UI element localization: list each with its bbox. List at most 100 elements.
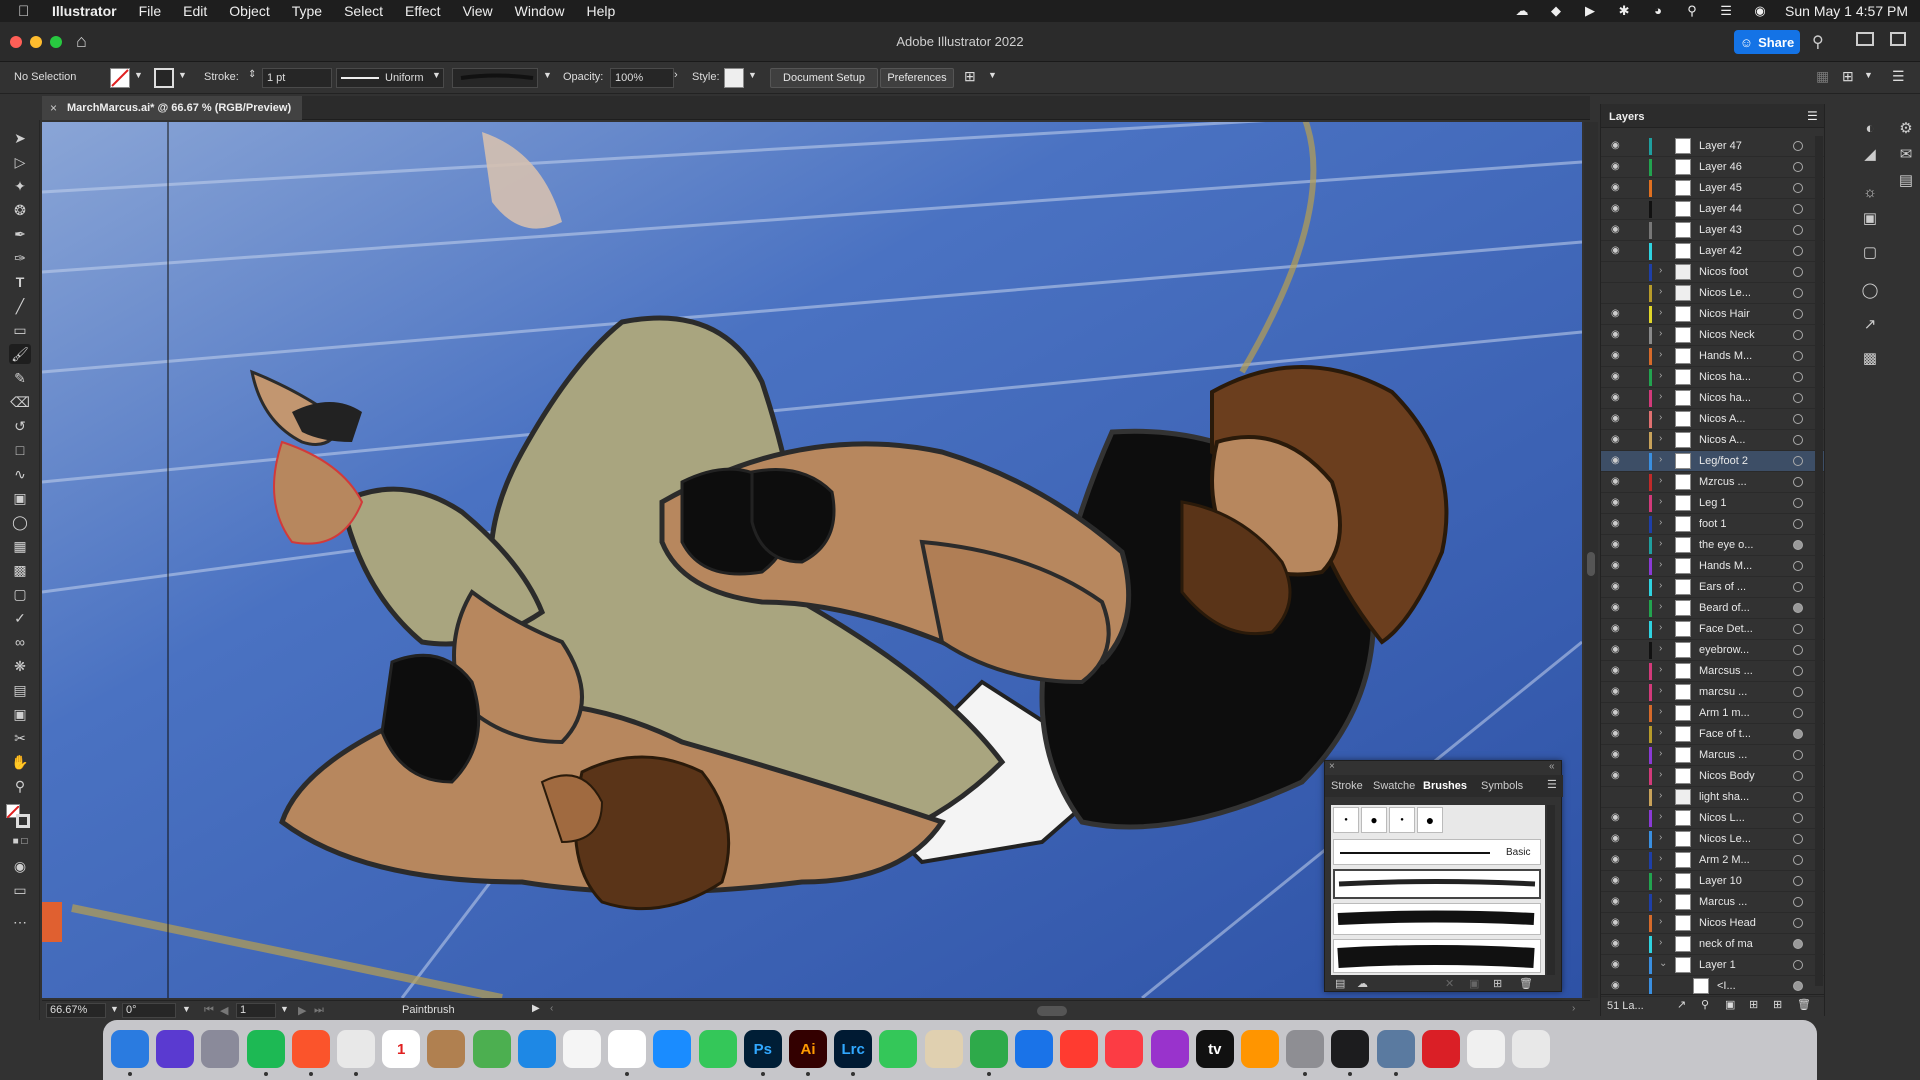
expand-layer-chevron-icon[interactable]: › — [1659, 853, 1662, 864]
layer-target-circle-icon[interactable] — [1793, 918, 1803, 928]
free-transform-tool-icon[interactable]: ▣ — [9, 488, 31, 508]
layer-target-circle-icon[interactable] — [1793, 330, 1803, 340]
align-icon[interactable]: ▦ — [1816, 68, 1829, 85]
dock-app-numbers-icon[interactable] — [969, 1030, 1008, 1068]
expand-layer-chevron-icon[interactable]: › — [1659, 328, 1662, 339]
selection-tool-icon[interactable]: ➤ — [9, 128, 31, 148]
layer-row[interactable]: ◉ › Mzrcus ... — [1601, 472, 1825, 493]
menu-effect[interactable]: Effect — [405, 3, 441, 19]
vertical-scrollbar[interactable] — [1584, 122, 1598, 998]
layer-target-circle-icon[interactable] — [1793, 645, 1803, 655]
visibility-eye-icon[interactable]: ◉ — [1611, 854, 1625, 865]
menu-select[interactable]: Select — [344, 3, 383, 19]
siri-icon[interactable]: ◉ — [1751, 4, 1769, 18]
symbol-sprayer-tool-icon[interactable]: ❋ — [9, 656, 31, 676]
layer-row[interactable]: ◉ › Marcus ... — [1601, 745, 1825, 766]
layer-row[interactable]: ◉ › Leg/foot 2 — [1601, 451, 1825, 472]
dock-app-illustrator-icon[interactable]: Ai — [789, 1030, 827, 1068]
visibility-eye-icon[interactable]: ◉ — [1611, 707, 1625, 718]
width-tool-icon[interactable]: ∿ — [9, 464, 31, 484]
dropbox-icon[interactable]: ◆ — [1547, 4, 1565, 18]
layer-row[interactable]: ◉ Layer 45 — [1601, 178, 1825, 199]
brush-dot-small[interactable]: ● — [1361, 807, 1387, 833]
dock-app-creative-cloud-icon[interactable] — [1421, 1030, 1460, 1068]
brushes-panel-close-icon[interactable]: × — [1329, 761, 1335, 772]
visibility-eye-icon[interactable]: ◉ — [1611, 455, 1625, 466]
dock-app-books-icon[interactable] — [1241, 1030, 1279, 1068]
comments-icon[interactable]: ✉ — [1895, 144, 1917, 166]
column-graph-tool-icon[interactable]: ▤ — [9, 680, 31, 700]
layer-target-circle-icon[interactable] — [1793, 351, 1803, 361]
dock-app-safari-icon[interactable] — [517, 1030, 556, 1068]
dock-app-finder-icon[interactable] — [111, 1030, 149, 1068]
layer-target-circle-icon[interactable] — [1793, 582, 1803, 592]
dock-app-contacts-icon[interactable] — [427, 1030, 466, 1068]
dock-app-calendar-icon[interactable]: 1 — [382, 1030, 421, 1068]
visibility-eye-icon[interactable]: ◉ — [1611, 896, 1625, 907]
first-artboard-icon[interactable]: ⏮ — [204, 1004, 214, 1017]
layer-row[interactable]: ◉ › Nicos ha... — [1601, 388, 1825, 409]
draw-mode-icon[interactable]: ◉ — [9, 856, 31, 876]
gradient-tool-icon[interactable]: ▢ — [9, 584, 31, 604]
spotlight-search-icon[interactable]: ⚲ — [1683, 4, 1701, 18]
layer-row[interactable]: ◉ ⌄ Layer 1 — [1601, 955, 1825, 976]
brush-dot-mini[interactable]: ● — [1389, 807, 1415, 833]
edit-toolbar-icon[interactable]: ⋯ — [9, 912, 31, 932]
menu-help[interactable]: Help — [586, 3, 615, 19]
remove-brush-stroke-icon[interactable]: ✕ — [1445, 977, 1454, 990]
layer-target-circle-icon[interactable] — [1793, 855, 1803, 865]
arrange-dropdown-icon[interactable]: ▼ — [988, 70, 997, 80]
layer-target-circle-icon[interactable] — [1793, 456, 1803, 466]
layer-row[interactable]: ◉ › Nicos Hair — [1601, 304, 1825, 325]
direct-selection-tool-icon[interactable]: ▷ — [9, 152, 31, 172]
layer-target-circle-icon[interactable] — [1793, 666, 1803, 676]
layer-target-circle-icon[interactable] — [1793, 897, 1803, 907]
stroke-swatch[interactable] — [154, 68, 174, 88]
layer-row[interactable]: ◉ › the eye o... — [1601, 535, 1825, 556]
expand-layer-chevron-icon[interactable]: › — [1659, 475, 1662, 486]
layer-row[interactable]: ◉ › Leg 1 — [1601, 493, 1825, 514]
layer-row[interactable]: ◉ › Nicos A... — [1601, 409, 1825, 430]
search-icon[interactable]: ⚲ — [1812, 32, 1824, 52]
layer-target-circle-icon[interactable] — [1793, 267, 1803, 277]
expand-layer-chevron-icon[interactable]: › — [1659, 832, 1662, 843]
dock-app-launchpad-icon[interactable] — [201, 1030, 240, 1068]
arrange-icon[interactable]: ⊞ — [964, 68, 976, 85]
layers-scrollbar[interactable] — [1815, 136, 1823, 986]
layer-target-circle-icon[interactable] — [1793, 750, 1803, 760]
swatch-library-icon[interactable]: ◢ — [1859, 144, 1881, 166]
dock-app-keynote-icon[interactable] — [1015, 1030, 1053, 1068]
preferences-button[interactable]: Preferences — [880, 68, 954, 88]
visibility-eye-icon[interactable]: ◉ — [1611, 602, 1625, 613]
workspace-switcher-icon[interactable] — [1856, 32, 1874, 46]
visibility-eye-icon[interactable]: ◉ — [1611, 581, 1625, 592]
brush-charcoal-heavy[interactable] — [1333, 939, 1541, 973]
brushes-panel-collapse-icon[interactable]: « — [1549, 761, 1555, 772]
visibility-eye-icon[interactable]: ◉ — [1611, 833, 1625, 844]
visibility-eye-icon[interactable]: ◉ — [1611, 392, 1625, 403]
dock-app-spotify-icon[interactable] — [246, 1030, 285, 1068]
color-guide-icon[interactable]: ◐ — [1859, 118, 1881, 140]
appearance-icon[interactable]: ☼ — [1859, 182, 1881, 204]
brush-basic[interactable]: Basic — [1333, 839, 1541, 865]
dock-app-system-preferences-icon[interactable] — [1286, 1030, 1325, 1068]
layer-row[interactable]: ◉ Layer 43 — [1601, 220, 1825, 241]
options-selected-object-icon[interactable]: ▣ — [1469, 977, 1479, 990]
layer-target-circle-icon[interactable] — [1793, 162, 1803, 172]
hand-tool-icon[interactable]: ✋ — [9, 752, 31, 772]
expand-layer-chevron-icon[interactable]: › — [1659, 412, 1662, 423]
layer-target-circle-icon[interactable] — [1793, 288, 1803, 298]
lasso-tool-icon[interactable]: ❂ — [9, 200, 31, 220]
status-menu-icon[interactable]: ▶ — [532, 1003, 540, 1014]
expand-layer-chevron-icon[interactable]: › — [1659, 601, 1662, 612]
dock-app-chrome-icon[interactable] — [337, 1030, 375, 1068]
brush-definition[interactable] — [452, 68, 538, 88]
delete-layer-icon[interactable]: 🗑 — [1797, 998, 1811, 1011]
expand-layer-chevron-icon[interactable]: › — [1659, 622, 1662, 633]
visibility-eye-icon[interactable]: ◉ — [1611, 140, 1625, 151]
visibility-eye-icon[interactable]: ◉ — [1611, 224, 1625, 235]
layer-row[interactable]: ◉ › Arm 2 M... — [1601, 850, 1825, 871]
visibility-eye-icon[interactable]: ◉ — [1611, 308, 1625, 319]
rotate-tool-icon[interactable]: ↺ — [9, 416, 31, 436]
menu-type[interactable]: Type — [292, 3, 322, 19]
